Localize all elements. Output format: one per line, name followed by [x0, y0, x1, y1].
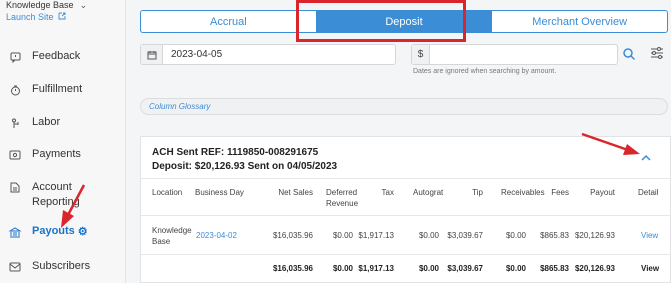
fees-cell: $865.83 [540, 231, 569, 240]
sidebar-item-payments[interactable]: Payments [0, 148, 126, 162]
filter-sliders-icon[interactable] [650, 46, 664, 60]
tab-merchant-overview[interactable]: Merchant Overview [492, 11, 667, 32]
dollar-prefix: $ [412, 45, 430, 64]
amount-hint: Dates are ignored when searching by amou… [413, 68, 557, 75]
total-receivables: $0.00 [505, 264, 526, 273]
sidebar-item-feedback[interactable]: Feedback [0, 50, 126, 64]
payout-cell: $20,126.93 [574, 231, 615, 240]
column-header: Fees [551, 188, 569, 197]
column-header: Location [152, 188, 183, 197]
date-value: 2023-04-05 [171, 49, 223, 60]
ach-reference: ACH Sent REF: 1119850-008291675 [152, 147, 319, 158]
date-picker[interactable]: 2023-04-05 [140, 44, 396, 65]
deferred-revenue-cell: $0.00 [332, 231, 353, 240]
gear-icon[interactable]: ⚙ [78, 225, 88, 238]
column-header: Autograt [413, 188, 444, 197]
sidebar: Knowledge Base ⌄ Launch Site Feedback Ful… [0, 0, 126, 283]
divider [141, 254, 671, 255]
autograt-cell: $0.00 [418, 231, 439, 240]
divider [141, 178, 671, 179]
sidebar-item-label: Subscribers [32, 260, 91, 272]
sidebar-item-label: Labor [32, 116, 61, 128]
column-header: Tip [472, 188, 483, 197]
labor-icon [8, 116, 22, 130]
tax-cell: $1,917.13 [358, 231, 394, 240]
payments-icon [8, 148, 22, 162]
total-autograt: $0.00 [418, 264, 439, 273]
net-sales-cell: $16,035.96 [272, 231, 313, 240]
sidebar-item-label: Payments [32, 148, 81, 160]
column-glossary-toggle[interactable]: Column Glossary [140, 98, 668, 115]
sidebar-item-labor[interactable]: Labor [0, 116, 126, 130]
deposit-card: ACH Sent REF: 1119850-008291675 Deposit:… [140, 136, 671, 283]
total-net-sales: $16,035.96 [272, 264, 313, 273]
tab-accrual[interactable]: Accrual [141, 11, 317, 32]
total-tip: $3,039.67 [447, 264, 483, 273]
sidebar-item-label: Fulfillment [32, 83, 83, 95]
main-content: Accrual Deposit Merchant Overview 2023-0… [126, 0, 671, 283]
total-payout: $20,126.93 [574, 264, 615, 273]
divider [141, 215, 671, 216]
calendar-icon [141, 45, 163, 64]
mail-icon [8, 260, 22, 274]
amount-field[interactable]: $ [411, 44, 618, 65]
sidebar-item-label: Account Reporting [32, 181, 80, 208]
sidebar-item-payouts[interactable]: Payouts ⚙ [0, 225, 126, 239]
total-fees: $865.83 [540, 264, 569, 273]
annotation-highlight-box [296, 0, 466, 42]
column-header: Payout [590, 188, 615, 197]
external-link-icon [58, 12, 66, 20]
column-header: Receivables [501, 188, 545, 197]
column-header: Net Sales [278, 188, 313, 197]
report-icon [8, 180, 22, 194]
receivables-cell: $0.00 [505, 231, 526, 240]
amount-input[interactable] [430, 45, 617, 64]
sidebar-item-subscribers[interactable]: Subscribers [0, 260, 126, 274]
knowledge-base-label: Knowledge Base [6, 0, 74, 10]
column-header: Business Day [195, 188, 244, 197]
location-cell: Knowledge Base [152, 226, 192, 246]
launch-site-link[interactable]: Launch Site [6, 12, 66, 22]
total-deferred-revenue: $0.00 [332, 264, 353, 273]
search-icon[interactable] [622, 47, 636, 61]
column-header: Deferred Revenue [326, 188, 359, 208]
deposit-summary: Deposit: $20,126.93 Sent on 04/05/2023 [152, 161, 338, 172]
sidebar-item-account-reporting[interactable]: Account Reporting [0, 180, 126, 210]
feedback-icon [8, 50, 22, 64]
bank-icon [8, 225, 22, 239]
sidebar-item-label: Feedback [32, 50, 81, 62]
tip-cell: $3,039.67 [447, 231, 483, 240]
sidebar-item-fulfillment[interactable]: Fulfillment [0, 83, 126, 97]
business-day-link[interactable]: 2023-04-02 [196, 230, 237, 241]
column-header: Tax [381, 188, 394, 197]
knowledge-base-selector[interactable]: Knowledge Base ⌄ [6, 0, 87, 11]
column-header: Detail [638, 188, 659, 197]
sidebar-item-label: Payouts [32, 225, 75, 237]
chevron-down-icon: ⌄ [79, 0, 88, 10]
chevron-up-icon[interactable] [639, 151, 653, 165]
view-detail-link[interactable]: View [641, 230, 658, 241]
timer-icon [8, 83, 22, 97]
total-tax: $1,917.13 [358, 264, 394, 273]
total-view-detail-link[interactable]: View [641, 263, 659, 274]
